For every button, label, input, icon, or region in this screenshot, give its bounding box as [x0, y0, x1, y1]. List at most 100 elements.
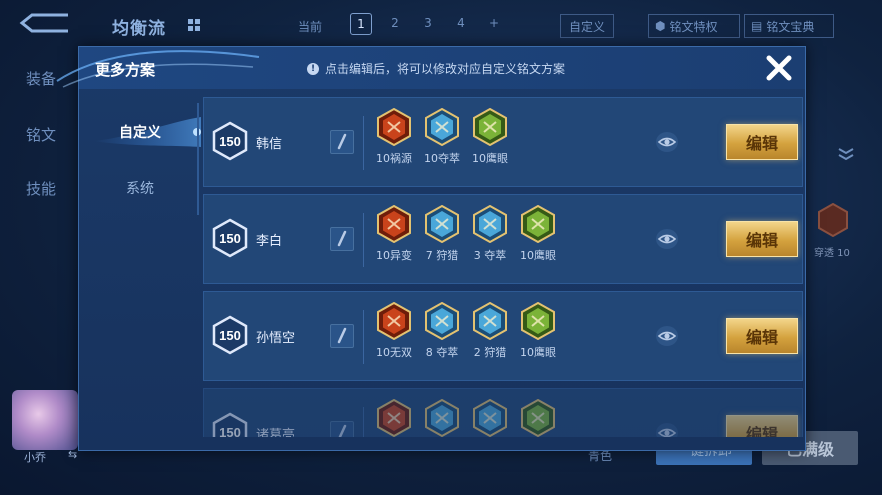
rune-green-icon	[521, 205, 555, 243]
list-icon[interactable]	[836, 146, 856, 164]
level-badge: 150	[212, 121, 248, 161]
pencil-icon	[338, 424, 347, 437]
preview-eye-button[interactable]	[656, 229, 678, 249]
rune-item[interactable]	[418, 399, 466, 437]
rune-blue-icon	[473, 302, 507, 340]
rune-label: 10异变	[376, 249, 412, 262]
rune-item[interactable]: 10夺萃	[418, 108, 466, 166]
rune-label: 2 狩猎	[473, 346, 507, 359]
level-value: 150	[219, 425, 241, 437]
rename-button[interactable]	[330, 227, 354, 251]
rune-item[interactable]	[370, 399, 418, 437]
current-label: 当前	[298, 20, 323, 34]
rune-group: 10祸源 10夺萃 10鹰眼	[370, 108, 514, 166]
tab-runes[interactable]: 铭文	[26, 124, 56, 145]
hero-name-label: 小乔	[24, 451, 46, 464]
rune-treasure-label: 铭文宝典	[766, 19, 815, 34]
rune-label: 10鹰眼	[472, 152, 508, 165]
hint-text: 点击编辑后，将可以修改对应自定义铭文方案	[325, 62, 566, 76]
rune-item[interactable]: 10祸源	[370, 108, 418, 166]
rune-item[interactable]	[466, 399, 514, 437]
page-tab-2[interactable]: 2	[385, 13, 405, 33]
rename-button[interactable]	[330, 421, 354, 437]
rune-privilege-label: 铭文特权	[669, 19, 718, 34]
page-tab-1[interactable]: 1	[350, 13, 372, 35]
rune-item[interactable]: 10鹰眼	[466, 108, 514, 166]
eye-icon	[657, 137, 677, 147]
rune-label: 3 夺萃	[473, 249, 507, 262]
privilege-icon: ⬢	[655, 19, 666, 33]
rune-item[interactable]: 8 夺萃	[418, 302, 466, 360]
rune-red-icon	[377, 399, 411, 437]
rune-blue-icon	[473, 399, 507, 437]
side-rune-icon	[818, 203, 848, 237]
grid-icon[interactable]	[187, 18, 201, 32]
swap-icon[interactable]: ⇆	[68, 448, 77, 461]
scheme-list[interactable]: 150 韩信 10祸源 10夺萃 10鹰眼 编辑 150 李白 10异变 7 狩猎 3 夺萃 10鹰…	[203, 97, 803, 437]
rune-blue-icon	[425, 108, 459, 146]
rune-blue-icon	[425, 205, 459, 243]
eye-icon	[657, 428, 677, 437]
hero-name: 诸葛亮	[256, 428, 296, 437]
preview-eye-button[interactable]	[656, 132, 678, 152]
rune-green-icon	[473, 108, 507, 146]
rune-item[interactable]	[514, 399, 562, 437]
edit-button[interactable]: 编辑	[726, 124, 798, 160]
rune-item[interactable]: 10无双	[370, 302, 418, 360]
page-tab-4[interactable]: 4	[451, 13, 471, 33]
rune-red-icon	[377, 205, 411, 243]
edit-button[interactable]: 编辑	[726, 318, 798, 354]
rune-privilege-button[interactable]: ⬢ 铭文特权	[648, 14, 740, 38]
rune-item[interactable]: 7 狩猎	[418, 205, 466, 263]
rune-group: 10异变 7 狩猎 3 夺萃 10鹰眼	[370, 205, 562, 263]
rune-item[interactable]: 2 狩猎	[466, 302, 514, 360]
side-rune-label: 穿透 10	[814, 248, 850, 259]
rune-item[interactable]: 10鹰眼	[514, 302, 562, 360]
rune-blue-icon	[473, 205, 507, 243]
rune-green-icon	[521, 302, 555, 340]
rune-item[interactable]: 10异变	[370, 205, 418, 263]
close-icon[interactable]	[761, 51, 797, 85]
level-value: 150	[219, 134, 241, 149]
pencil-icon	[337, 230, 347, 247]
page-tab-3[interactable]: 3	[418, 13, 438, 33]
rune-item[interactable]: 3 夺萃	[466, 205, 514, 263]
eye-icon	[657, 234, 677, 244]
row-divider	[363, 213, 364, 267]
rune-label: 10夺萃	[424, 152, 460, 165]
edit-button[interactable]: 编辑	[726, 221, 798, 257]
rune-group: 10无双 8 夺萃 2 狩猎 10鹰眼	[370, 302, 562, 360]
tab-skills[interactable]: 技能	[26, 178, 56, 199]
add-page-button[interactable]: +	[484, 13, 504, 33]
scheme-row: 150 孙悟空 10无双 8 夺萃 2 狩猎 10鹰眼 编辑	[203, 291, 803, 381]
hero-name: 孙悟空	[256, 331, 296, 346]
hero-name: 李白	[256, 234, 283, 249]
tab-system[interactable]: 系统	[79, 171, 201, 205]
rename-button[interactable]	[330, 130, 354, 154]
rune-item[interactable]: 10鹰眼	[514, 205, 562, 263]
rune-red-icon	[377, 302, 411, 340]
tab-equipment[interactable]: 装备	[26, 68, 56, 89]
row-divider	[363, 116, 364, 170]
back-arrow-icon[interactable]	[18, 12, 70, 34]
scheme-title: 均衡流	[112, 19, 166, 39]
rename-button[interactable]	[330, 324, 354, 348]
edit-button[interactable]: 编辑	[726, 415, 798, 437]
row-divider	[363, 407, 364, 437]
book-icon: ▤	[751, 19, 763, 33]
preview-eye-button[interactable]	[656, 423, 678, 437]
dialog-hint: ! 点击编辑后，将可以修改对应自定义铭文方案	[307, 60, 565, 77]
rune-group	[370, 399, 562, 437]
level-value: 150	[219, 328, 241, 343]
dialog-title: 更多方案	[95, 61, 156, 79]
page-tabs: 1 2 3 4 +	[350, 13, 504, 35]
pencil-icon	[337, 133, 347, 150]
hero-portrait[interactable]	[12, 390, 78, 450]
rune-blue-icon	[425, 399, 459, 437]
tab-custom[interactable]: 自定义	[79, 115, 201, 149]
more-schemes-dialog: 更多方案 ! 点击编辑后，将可以修改对应自定义铭文方案 自定义 系统 150 韩信…	[56, 46, 806, 451]
rune-blue-icon	[425, 302, 459, 340]
custom-button[interactable]: 自定义	[560, 14, 614, 38]
preview-eye-button[interactable]	[656, 326, 678, 346]
rune-treasure-button[interactable]: ▤ 铭文宝典	[744, 14, 834, 38]
